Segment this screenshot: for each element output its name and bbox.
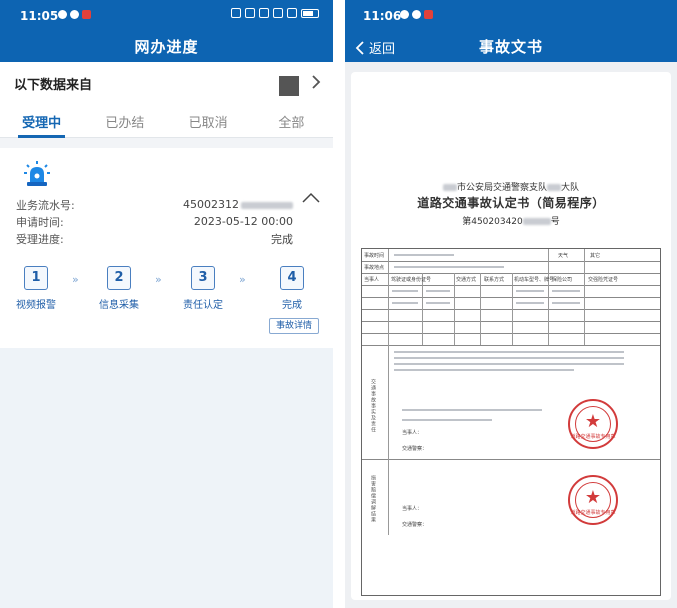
- step-3: 3 责任认定: [173, 266, 233, 311]
- signal-icon: [287, 8, 297, 18]
- license-label: 驾驶证或身份证号: [391, 277, 432, 283]
- step-label: 责任认定: [183, 300, 223, 311]
- step-arrow-icon: »: [155, 273, 162, 286]
- vibrate-icon: [259, 8, 269, 18]
- chevron-right-icon[interactable]: [309, 72, 323, 92]
- apply-time-row: 申请时间: 2023-05-12 00:00: [16, 213, 293, 230]
- accident-detail-button[interactable]: 事故详情: [269, 318, 319, 334]
- notification-icons: [58, 10, 91, 19]
- party-sign-1: 当事人：: [402, 430, 423, 436]
- step-label: 完成: [282, 300, 302, 311]
- mediation-section-label: 损害赔偿调解结果: [370, 475, 376, 523]
- step-2: 2 信息采集: [89, 266, 149, 311]
- seal-text: 道路交通事故专用章: [570, 510, 616, 516]
- party-label: 当事人: [364, 277, 380, 283]
- source-logo-icon: [279, 76, 299, 96]
- phone-label: 联系方式: [484, 277, 505, 283]
- step-4: 4 完成: [262, 266, 322, 311]
- step-arrow-icon: »: [72, 273, 79, 286]
- progress-card: 以下数据来自 受理中 已办结 已取消 全部 业务流水号: 45002312 申请…: [0, 62, 333, 348]
- officer-sign-1: 交通警察：: [402, 446, 428, 452]
- document-title: 道路交通事故认定书（简易程序）: [417, 196, 605, 210]
- record-info: 业务流水号: 45002312 申请时间: 2023-05-12 00:00 受…: [16, 196, 293, 247]
- policy-label: 交强险凭证号: [588, 277, 619, 283]
- official-seal-2: ★ 道路交通事故专用章: [568, 475, 618, 525]
- data-source-row[interactable]: 以下数据来自: [0, 62, 333, 104]
- step-number: 1: [24, 266, 48, 290]
- siren-icon: [24, 161, 50, 186]
- status-tabs: 受理中 已办结 已取消 全部: [0, 104, 333, 138]
- app-icon: [412, 10, 421, 19]
- status-bar: 11:06: [345, 0, 677, 32]
- progress-row: 受理进度: 完成: [16, 230, 293, 247]
- serial-row: 业务流水号: 45002312: [16, 196, 293, 213]
- eye-icon: [231, 8, 241, 18]
- party-sign-2: 当事人：: [402, 506, 423, 512]
- tab-in-progress[interactable]: 受理中: [0, 104, 83, 138]
- page-title: 网办进度: [134, 38, 199, 56]
- nfc-icon: [245, 8, 255, 18]
- chevron-up-icon[interactable]: [301, 192, 321, 204]
- document-screen: 11:06 返回 事故文书 市公安局交通警察支队 大队 道路交通事故认定书（简易程…: [345, 0, 677, 608]
- official-seal-1: ★ 道路交通事故专用章: [568, 399, 618, 449]
- step-1: 1 视频报警: [6, 266, 66, 311]
- tab-all[interactable]: 全部: [250, 104, 333, 137]
- app-badge-icon: [82, 10, 91, 19]
- serial-label: 业务流水号:: [16, 198, 75, 212]
- step-label: 信息采集: [99, 300, 139, 311]
- data-source-label: 以下数据来自: [14, 78, 93, 93]
- document-org: 市公安局交通警察支队 大队: [361, 180, 661, 193]
- facts-section-label: 交通事故事实及责任: [370, 379, 376, 433]
- system-icons: [231, 8, 319, 18]
- header: 返回 事故文书: [345, 32, 677, 62]
- progress-value: 完成: [271, 232, 293, 246]
- step-label: 视频报警: [16, 300, 56, 311]
- battery-icon: [301, 8, 319, 18]
- status-bar: 11:05: [0, 0, 333, 32]
- status-time: 11:06: [363, 9, 402, 23]
- step-number: 2: [107, 266, 131, 290]
- insurance-label: 保险公司: [552, 277, 573, 283]
- step-arrow-icon: »: [239, 273, 246, 286]
- tab-cancelled[interactable]: 已取消: [167, 104, 250, 137]
- accident-form: 事故时间 天气 其它 事故地点 当事人 驾驶证或身份证号 交通方式 联系方式 机…: [361, 248, 661, 596]
- step-number: 3: [191, 266, 215, 290]
- header: 网办进度: [0, 32, 333, 62]
- plate-label: 机动车型号、牌号: [514, 277, 555, 283]
- seal-text: 道路交通事故专用章: [570, 434, 616, 440]
- document-number: 第450203420 号: [462, 217, 560, 227]
- app-icon: [70, 10, 79, 19]
- vehicle-label: 交通方式: [456, 277, 477, 283]
- app-badge-icon: [424, 10, 433, 19]
- progress-screen: 11:05 网办进度 以下数据来自 受理中 已办结 已取消 全部 业务流水号: …: [0, 0, 333, 608]
- serial-value: 45002312: [183, 198, 293, 211]
- wifi-icon: [273, 8, 283, 18]
- chat-icon: [400, 10, 409, 19]
- weather-label: 天气: [558, 253, 569, 259]
- accident-document: 市公安局交通警察支队 大队 道路交通事故认定书（简易程序） 第450203420 号: [361, 180, 661, 596]
- page-title: 事故文书: [478, 38, 543, 56]
- officer-sign-2: 交通警察：: [402, 522, 428, 528]
- apply-time-label: 申请时间:: [16, 215, 64, 229]
- weather-value: 其它: [590, 253, 601, 259]
- progress-label: 受理进度:: [16, 232, 64, 246]
- chat-icon: [58, 10, 67, 19]
- step-number: 4: [280, 266, 304, 290]
- section-divider: [0, 138, 333, 148]
- tab-completed[interactable]: 已办结: [83, 104, 166, 137]
- status-time: 11:05: [20, 9, 59, 23]
- apply-time-value: 2023-05-12 00:00: [193, 215, 293, 228]
- notification-icons: [400, 10, 433, 19]
